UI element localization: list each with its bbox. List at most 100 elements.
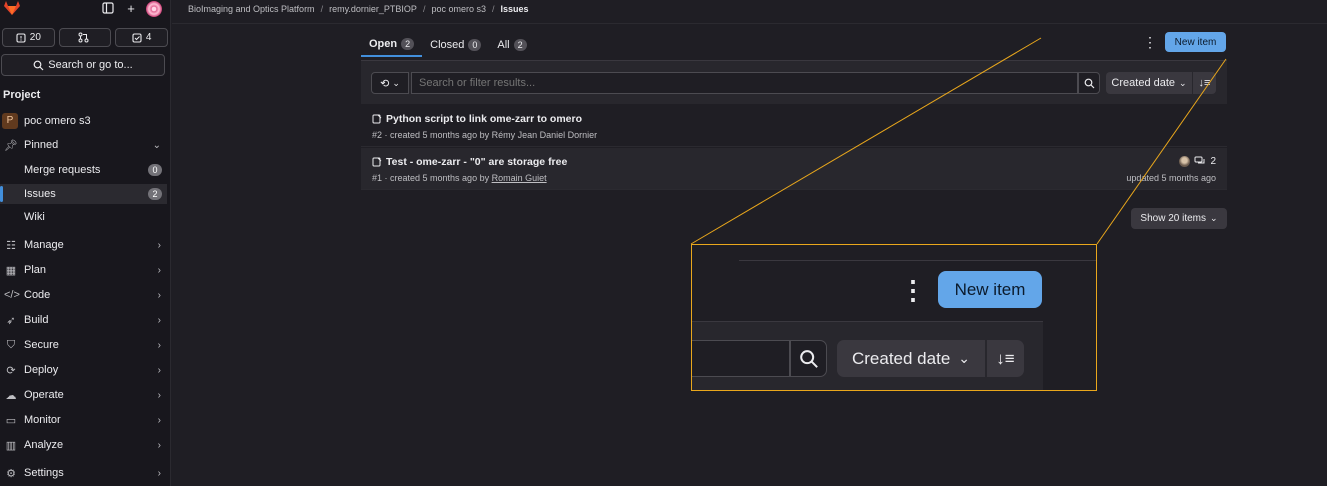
chevron-down-icon: ⌄ (1179, 77, 1187, 88)
breadcrumb-separator: / (492, 4, 495, 14)
breadcrumb-separator: / (422, 4, 426, 14)
issue-open-icon (372, 114, 382, 124)
sidebar-item-operate[interactable]: ☁ Operate › (0, 385, 167, 405)
issue-title[interactable]: Test - ome-zarr - "0" are storage free (372, 156, 567, 168)
issues-counter[interactable]: 20 (2, 28, 55, 47)
issue-ref: #1 (372, 173, 383, 183)
chevron-right-icon: › (157, 264, 161, 276)
zoom-sort-direction: ↓≡ (987, 340, 1024, 377)
issue-author[interactable]: Romain Guiet (492, 173, 547, 183)
search-submit-button[interactable] (1078, 72, 1100, 94)
plus-icon[interactable]: + (124, 2, 138, 16)
todo-count: 4 (145, 32, 152, 43)
issue-author[interactable]: Rémy Jean Daniel Dornier (492, 130, 598, 140)
issue-updated: updated 5 months ago (1126, 173, 1216, 183)
sort-direction-button[interactable]: ↓≡ (1193, 72, 1216, 94)
issue-row[interactable]: Test - ome-zarr - "0" are storage free #… (361, 148, 1227, 190)
sidebar-item-secure[interactable]: ⛉ Secure › (0, 335, 167, 355)
project-link[interactable]: P poc omero s3 (0, 111, 167, 131)
zoom-search-field (692, 340, 790, 377)
sidebar-toggle-icon[interactable] (101, 2, 115, 16)
merge-requests-counter[interactable] (58, 28, 112, 47)
sidebar-item-label: Plan (24, 264, 47, 276)
sidebar-item-label: Analyze (24, 439, 64, 451)
sidebar-item-label: Secure (24, 339, 59, 351)
sidebar-item-label: Issues (24, 188, 56, 200)
issues-badge: 2 (148, 188, 162, 200)
sidebar-item-label: Wiki (24, 211, 45, 223)
tab-open[interactable]: Open 2 (361, 32, 423, 57)
pinned-section-toggle[interactable]: 📌︎ Pinned ⌄ (0, 135, 167, 155)
issue-created: · created 5 months ago by (382, 130, 492, 140)
monitor-icon: ▭ (5, 414, 17, 427)
issues-icon (16, 32, 26, 43)
zoom-sort-label: Created date (851, 348, 951, 368)
project-avatar: P (2, 113, 18, 129)
sidebar: + 20 4 Search or go to... Project P poc … (0, 0, 171, 486)
calendar-icon: ▦ (5, 264, 17, 277)
chevron-right-icon: › (157, 364, 161, 376)
search-button-label: Search or go to... (48, 59, 133, 71)
sidebar-item-analyze[interactable]: ▥ Analyze › (0, 435, 167, 455)
issue-title[interactable]: Python script to link ome-zarr to omero (372, 113, 582, 125)
sidebar-item-label: Code (24, 289, 51, 301)
user-avatar[interactable] (146, 1, 162, 17)
search-button[interactable]: Search or go to... (1, 54, 165, 76)
chevron-right-icon: › (157, 239, 161, 251)
chevron-right-icon: › (157, 414, 161, 426)
issue-meta: #2 · created 5 months ago by Rémy Jean D… (372, 130, 597, 140)
breadcrumb: BioImaging and Optics Platform / remy.do… (188, 4, 529, 14)
more-actions-kebab-icon[interactable]: ⋮ (1143, 34, 1157, 50)
zoom-search-button (790, 340, 827, 377)
sort-label: Created date (1111, 77, 1176, 89)
sidebar-item-plan[interactable]: ▦ Plan › (0, 260, 167, 280)
pin-icon: 📌︎ (4, 139, 18, 152)
search-icon (1084, 78, 1094, 88)
search-input[interactable] (411, 72, 1078, 94)
sidebar-item-monitor[interactable]: ▭ Monitor › (0, 410, 167, 430)
chevron-down-icon: ⌄ (958, 350, 971, 366)
chevron-right-icon: › (157, 314, 161, 326)
issue-row[interactable]: Python script to link ome-zarr to omero … (361, 105, 1227, 147)
breadcrumb-current[interactable]: Issues (501, 4, 529, 14)
chevron-right-icon: › (157, 339, 161, 351)
sidebar-item-label: Operate (24, 389, 64, 401)
chevron-right-icon: › (157, 389, 161, 401)
assignee-avatar[interactable] (1179, 156, 1191, 167)
comments-count: 2 (1210, 156, 1216, 167)
merge-requests-badge: 0 (148, 164, 162, 176)
breadcrumb-link-user[interactable]: remy.dornier_PTBIOP (329, 4, 417, 14)
page-size-label: Show 20 items (1140, 213, 1207, 224)
breadcrumb-link-project[interactable]: poc omero s3 (431, 4, 486, 14)
breadcrumb-separator: / (320, 4, 324, 14)
sidebar-item-issues[interactable]: Issues 2 (0, 184, 167, 204)
breadcrumb-link-group[interactable]: BioImaging and Optics Platform (188, 4, 315, 14)
sidebar-item-merge-requests[interactable]: Merge requests 0 (0, 160, 167, 180)
chevron-down-icon: ⌄ (1210, 213, 1218, 223)
sidebar-item-wiki[interactable]: Wiki (0, 207, 167, 227)
sidebar-item-manage[interactable]: ☷ Manage › (0, 235, 167, 255)
tab-count: 2 (513, 38, 527, 51)
recent-searches-button[interactable]: ⟲ ⌄ (371, 72, 409, 94)
settings-icon: ⚙ (6, 467, 16, 480)
tab-all[interactable]: All 2 (489, 32, 534, 57)
tab-label: Open (369, 37, 398, 50)
chart-icon: ▥ (5, 439, 17, 452)
sidebar-item-build[interactable]: ➶ Build › (0, 310, 167, 330)
new-item-button[interactable]: New item (1165, 32, 1226, 52)
page-size-dropdown[interactable]: Show 20 items ⌄ (1131, 208, 1227, 229)
counter-row: 20 4 (0, 28, 171, 47)
users-icon: ☷ (6, 239, 16, 252)
todo-counter[interactable]: 4 (115, 28, 169, 47)
sidebar-item-code[interactable]: </> Code › (0, 285, 167, 305)
tab-label: All (497, 38, 510, 51)
sidebar-item-deploy[interactable]: ⟳ Deploy › (0, 360, 167, 380)
sidebar-item-label: Settings (24, 467, 64, 479)
tab-closed[interactable]: Closed 0 (422, 32, 489, 57)
sidebar-item-settings[interactable]: ⚙ Settings › (0, 463, 167, 483)
issue-open-icon (372, 157, 382, 167)
sort-dropdown[interactable]: Created date ⌄ (1106, 72, 1192, 94)
gitlab-logo-icon[interactable] (4, 1, 20, 15)
chevron-right-icon: › (157, 467, 161, 479)
sidebar-item-label: Manage (24, 239, 64, 251)
